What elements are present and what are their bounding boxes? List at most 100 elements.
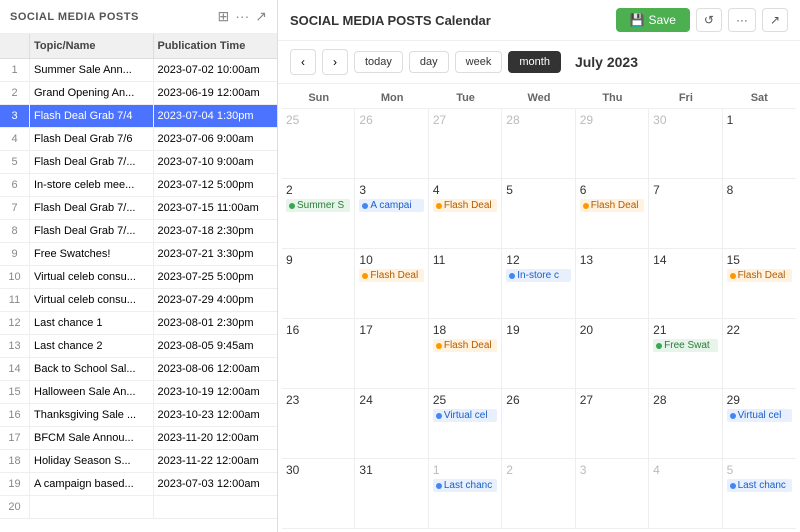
calendar-cell[interactable]: 6Flash Deal xyxy=(576,179,649,248)
table-row[interactable]: 11 Virtual celeb consu... 2023-07-29 4:0… xyxy=(0,289,277,312)
table-row[interactable]: 8 Flash Deal Grab 7/... 2023-07-18 2:30p… xyxy=(0,220,277,243)
week-button[interactable]: week xyxy=(455,51,503,73)
calendar-cell[interactable]: 25 xyxy=(282,109,355,178)
calendar-event[interactable]: Summer S xyxy=(286,199,350,212)
calendar-cell[interactable]: 22 xyxy=(723,319,796,388)
calendar-cell[interactable]: 29Virtual cel xyxy=(723,389,796,458)
day-number: 26 xyxy=(359,113,423,127)
calendar-cell[interactable]: 27 xyxy=(576,389,649,458)
calendar-cell[interactable]: 28 xyxy=(502,109,575,178)
calendar-cell[interactable]: 16 xyxy=(282,319,355,388)
table-row[interactable]: 4 Flash Deal Grab 7/6 2023-07-06 9:00am xyxy=(0,128,277,151)
day-number: 28 xyxy=(506,113,570,127)
table-row[interactable]: 1 Summer Sale Ann... 2023-07-02 10:00am xyxy=(0,59,277,82)
calendar-cell[interactable]: 12In-store c xyxy=(502,249,575,318)
calendar-cell[interactable]: 5 xyxy=(502,179,575,248)
calendar-event[interactable]: In-store c xyxy=(506,269,570,282)
calendar-event[interactable]: Free Swat xyxy=(653,339,717,352)
table-row[interactable]: 7 Flash Deal Grab 7/... 2023-07-15 11:00… xyxy=(0,197,277,220)
calendar-cell[interactable]: 2Summer S xyxy=(282,179,355,248)
table-body: 1 Summer Sale Ann... 2023-07-02 10:00am … xyxy=(0,59,277,532)
calendar-event[interactable]: Flash Deal xyxy=(359,269,423,282)
calendar-cell[interactable]: 5 Last chanc xyxy=(723,459,796,528)
calendar-cell[interactable]: 4Flash Deal xyxy=(429,179,502,248)
table-row[interactable]: 15 Halloween Sale An... 2023-10-19 12:00… xyxy=(0,381,277,404)
calendar-cell[interactable]: 7 xyxy=(649,179,722,248)
table-row[interactable]: 12 Last chance 1 2023-08-01 2:30pm xyxy=(0,312,277,335)
calendar-cell[interactable]: 23 xyxy=(282,389,355,458)
calendar-cell[interactable]: 14 xyxy=(649,249,722,318)
calendar-title: July 2023 xyxy=(575,54,638,70)
more-icon[interactable]: ··· xyxy=(235,8,249,25)
row-time: 2023-07-21 3:30pm xyxy=(154,243,278,265)
calendar-cell[interactable]: 9 xyxy=(282,249,355,318)
calendar-cell[interactable]: 21Free Swat xyxy=(649,319,722,388)
calendar-event[interactable]: Virtual cel xyxy=(727,409,792,422)
calendar-cell[interactable]: 3A campai xyxy=(355,179,428,248)
calendar-cell[interactable]: 18Flash Deal xyxy=(429,319,502,388)
table-row[interactable]: 17 BFCM Sale Annou... 2023-11-20 12:00am xyxy=(0,427,277,450)
table-row[interactable]: 6 In-store celeb mee... 2023-07-12 5:00p… xyxy=(0,174,277,197)
more-button[interactable]: ··· xyxy=(728,8,756,32)
calendar-event[interactable]: Flash Deal xyxy=(433,339,497,352)
calendar-event[interactable]: Flash Deal xyxy=(433,199,497,212)
table-row[interactable]: 9 Free Swatches! 2023-07-21 3:30pm xyxy=(0,243,277,266)
event-label: In-store c xyxy=(517,270,559,281)
table-row[interactable]: 18 Holiday Season S... 2023-11-22 12:00a… xyxy=(0,450,277,473)
calendar-event[interactable]: Last chanc xyxy=(727,479,792,492)
day-number: 5 xyxy=(727,463,792,477)
calendar-rows: 25262728293012Summer S3A campai4Flash De… xyxy=(282,109,796,529)
calendar-cell[interactable]: 1 xyxy=(723,109,796,178)
table-row[interactable]: 5 Flash Deal Grab 7/... 2023-07-10 9:00a… xyxy=(0,151,277,174)
calendar-cell[interactable]: 19 xyxy=(502,319,575,388)
calendar-cell[interactable]: 3 xyxy=(576,459,649,528)
calendar-event[interactable]: Virtual cel xyxy=(433,409,497,422)
filter-icon[interactable]: ⊞ xyxy=(218,8,230,25)
calendar-cell[interactable]: 27 xyxy=(429,109,502,178)
prev-button[interactable]: ‹ xyxy=(290,49,316,75)
calendar-cell[interactable]: 17 xyxy=(355,319,428,388)
event-label: Last chanc xyxy=(444,480,492,491)
save-label: Save xyxy=(649,13,676,27)
resize-icon[interactable]: ↗ xyxy=(255,8,267,25)
resize-button[interactable]: ↗ xyxy=(762,8,788,32)
day-button[interactable]: day xyxy=(409,51,449,73)
calendar-cell[interactable]: 26 xyxy=(502,389,575,458)
calendar-cell[interactable]: 30 xyxy=(282,459,355,528)
calendar-cell[interactable]: 29 xyxy=(576,109,649,178)
calendar-cell[interactable]: 4 xyxy=(649,459,722,528)
calendar-cell[interactable]: 15Flash Deal xyxy=(723,249,796,318)
table-row[interactable]: 13 Last chance 2 2023-08-05 9:45am xyxy=(0,335,277,358)
row-name: Free Swatches! xyxy=(30,243,154,265)
calendar-cell[interactable]: 30 xyxy=(649,109,722,178)
calendar-cell[interactable]: 28 xyxy=(649,389,722,458)
calendar-event[interactable]: A campai xyxy=(359,199,423,212)
calendar-cell[interactable]: 24 xyxy=(355,389,428,458)
table-row[interactable]: 19 A campaign based... 2023-07-03 12:00a… xyxy=(0,473,277,496)
row-name: Back to School Sal... xyxy=(30,358,154,380)
today-button[interactable]: today xyxy=(354,51,403,73)
calendar-event[interactable]: Last chanc xyxy=(433,479,497,492)
calendar-event[interactable]: Flash Deal xyxy=(580,199,644,212)
table-row[interactable]: 16 Thanksgiving Sale ... 2023-10-23 12:0… xyxy=(0,404,277,427)
calendar-cell[interactable]: 31 xyxy=(355,459,428,528)
next-button[interactable]: › xyxy=(322,49,348,75)
save-button[interactable]: 💾 Save xyxy=(616,8,690,32)
table-row[interactable]: 14 Back to School Sal... 2023-08-06 12:0… xyxy=(0,358,277,381)
table-row[interactable]: 3 Flash Deal Grab 7/4 2023-07-04 1:30pm xyxy=(0,105,277,128)
table-row[interactable]: 10 Virtual celeb consu... 2023-07-25 5:0… xyxy=(0,266,277,289)
table-row[interactable]: 20 xyxy=(0,496,277,519)
calendar-cell[interactable]: 13 xyxy=(576,249,649,318)
calendar-cell[interactable]: 11 xyxy=(429,249,502,318)
calendar-cell[interactable]: 20 xyxy=(576,319,649,388)
calendar-cell[interactable]: 2 xyxy=(502,459,575,528)
calendar-cell[interactable]: 8 xyxy=(723,179,796,248)
calendar-cell[interactable]: 25Virtual cel xyxy=(429,389,502,458)
month-button[interactable]: month xyxy=(508,51,561,73)
calendar-event[interactable]: Flash Deal xyxy=(727,269,792,282)
calendar-cell[interactable]: 1Last chanc xyxy=(429,459,502,528)
calendar-cell[interactable]: 26 xyxy=(355,109,428,178)
undo-button[interactable]: ↺ xyxy=(696,8,722,32)
calendar-cell[interactable]: 10Flash Deal xyxy=(355,249,428,318)
table-row[interactable]: 2 Grand Opening An... 2023-06-19 12:00am xyxy=(0,82,277,105)
